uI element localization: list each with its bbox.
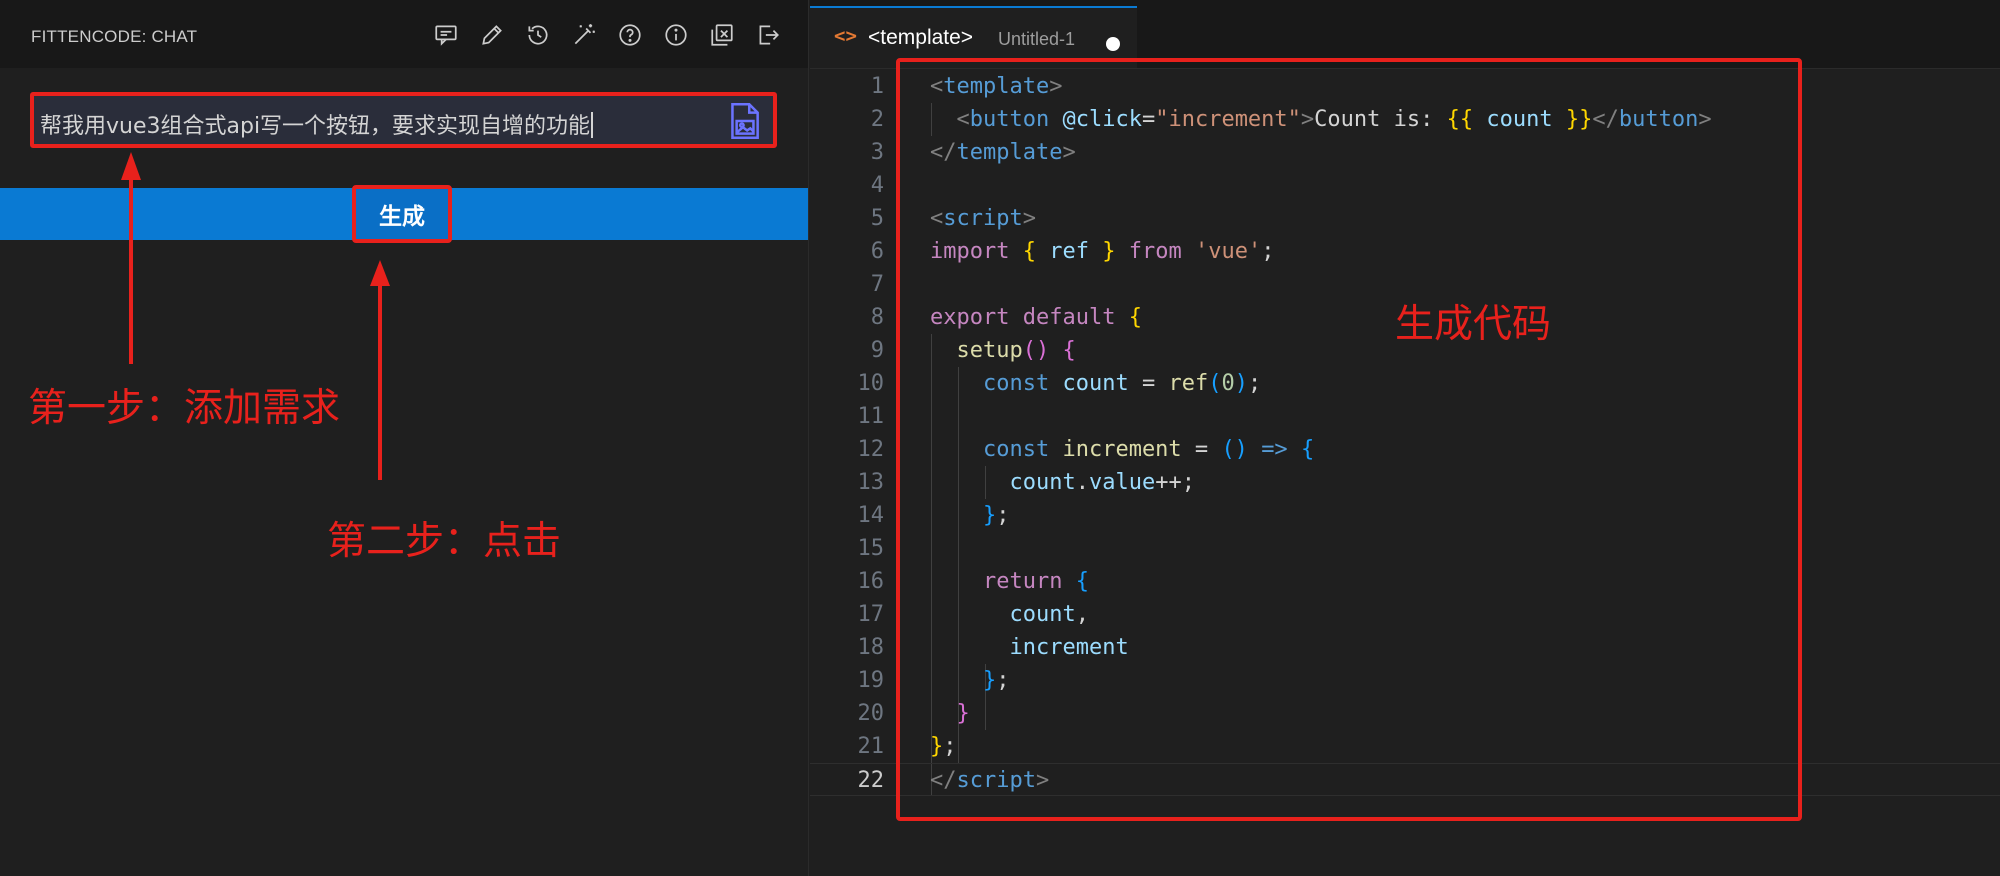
- line-number: 21: [857, 734, 885, 759]
- line-number: 4: [870, 173, 884, 198]
- line-number: 2: [870, 107, 884, 132]
- line-number: 7: [870, 272, 884, 297]
- line-number: 12: [857, 437, 885, 462]
- line-number: 8: [870, 305, 884, 330]
- line-number: 20: [857, 701, 885, 726]
- line-number: 5: [870, 206, 884, 231]
- line-number: 6: [870, 239, 884, 264]
- line-number: 17: [857, 602, 885, 627]
- tab-description: Untitled-1: [998, 29, 1076, 49]
- line-number: 10: [857, 371, 885, 396]
- annotation-step1: 第一步：添加需求: [28, 386, 341, 431]
- line-number: 22: [857, 768, 885, 793]
- line-number: 16: [857, 569, 885, 594]
- code-file-icon: <>: [834, 25, 857, 47]
- line-number: 9: [870, 338, 884, 363]
- line-number: 19: [857, 668, 885, 693]
- chat-panel: FITTENCODE: CHAT 帮我用vue3组合式api写一个按钮，要求实现…: [0, 0, 809, 876]
- tab-title: <template>: [868, 26, 974, 49]
- line-number: 14: [857, 503, 885, 528]
- line-number: 15: [857, 536, 885, 561]
- line-number: 1: [870, 74, 884, 99]
- line-number: 18: [857, 635, 885, 660]
- unsaved-dot-icon[interactable]: [1106, 37, 1120, 51]
- code-highlight-box: [896, 58, 1802, 821]
- annotation-step2: 第二步：点击: [327, 519, 562, 564]
- line-number: 11: [857, 404, 885, 429]
- line-number: 13: [857, 470, 885, 495]
- line-number: 3: [870, 140, 884, 165]
- annotation-arrow-step1: [121, 152, 390, 480]
